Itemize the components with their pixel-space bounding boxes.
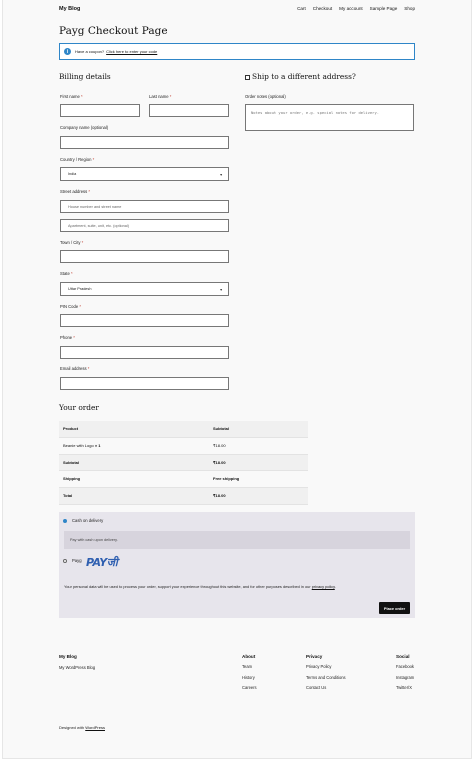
last-name-field[interactable] [149, 104, 229, 117]
payg-radio[interactable] [63, 559, 67, 563]
phone-field[interactable] [60, 346, 229, 359]
footer-blog-title[interactable]: My Blog [59, 654, 77, 659]
total-row: Total ₹18.00 [59, 487, 308, 505]
state-label: State * [60, 271, 73, 276]
country-label: Country / Region * [60, 157, 95, 162]
subtotal-label: Subtotal [59, 454, 209, 471]
street-placeholder: House number and street name [68, 204, 122, 209]
street-field[interactable]: House number and street name [60, 200, 229, 213]
pin-field[interactable] [60, 314, 229, 327]
order-header-row: Product Subtotal [59, 421, 308, 438]
footer-link-team[interactable]: Team [242, 664, 252, 669]
town-field[interactable] [60, 250, 229, 263]
item-cell: Beanie with Logo × 1 [59, 437, 209, 455]
state-value: Uttar Pradesh [68, 287, 92, 291]
item-name: Beanie with Logo [63, 443, 94, 448]
street-label: Street address * [60, 189, 91, 194]
country-value: India [68, 172, 77, 176]
email-field[interactable] [60, 377, 229, 390]
footer-link-contact[interactable]: Contact Us [306, 685, 326, 690]
wordpress-link[interactable]: WordPress [85, 725, 105, 730]
nav-sample-page[interactable]: Sample Page [370, 6, 398, 11]
coupon-text: Have a coupon? [75, 49, 105, 54]
order-notes-textarea[interactable]: Notes about your order, e.g. special not… [245, 104, 414, 131]
payg-label[interactable]: Payg [72, 558, 82, 563]
shipping-label: Shipping [59, 470, 209, 488]
order-table: Product Subtotal Beanie with Logo × 1 ₹1… [59, 421, 308, 505]
footer-link-history[interactable]: History [242, 675, 255, 680]
shipping-value: Free shipping [209, 470, 308, 488]
footer-link-terms[interactable]: Terms and Conditions [306, 675, 346, 680]
phone-label: Phone * [60, 335, 75, 340]
col-subtotal: Subtotal [209, 421, 308, 438]
order-notes-placeholder: Notes about your order, e.g. special not… [251, 110, 380, 115]
footer-blog-tagline: My WordPress Blog [59, 665, 96, 670]
chevron-down-icon: ▾ [220, 288, 222, 292]
state-select[interactable]: Uttar Pradesh ▾ [60, 282, 229, 296]
order-heading: Your order [59, 403, 99, 412]
info-icon: i [64, 48, 71, 55]
order-notes-label: Order notes (optional) [245, 94, 286, 99]
footer-link-facebook[interactable]: Facebook [396, 664, 414, 669]
subtotal-value: ₹18.00 [209, 454, 308, 471]
page-title: Payg Checkout Page [59, 25, 168, 37]
country-select[interactable]: India ▾ [60, 167, 229, 181]
table-row: Beanie with Logo × 1 ₹18.00 [59, 437, 308, 455]
town-label: Town / City * [60, 240, 84, 245]
email-label: Email address * [60, 366, 90, 371]
privacy-end: . [334, 584, 336, 589]
company-label: Company name (optional) [60, 125, 109, 130]
coupon-notice: i Have a coupon? Click here to enter you… [59, 43, 415, 60]
shipping-row: Shipping Free shipping [59, 470, 308, 488]
main-nav: Cart Checkout My account Sample Page Sho… [297, 6, 415, 11]
footer-privacy-title: Privacy [306, 654, 323, 659]
item-price: ₹18.00 [209, 437, 308, 455]
footer-social-title: Social [396, 654, 410, 659]
nav-checkout[interactable]: Checkout [313, 6, 332, 11]
nav-shop[interactable]: Shop [404, 6, 415, 11]
first-name-field[interactable] [60, 104, 140, 117]
total-value: ₹18.00 [209, 487, 308, 505]
place-order-button[interactable]: Place order [379, 602, 410, 614]
footer-link-instagram[interactable]: Instagram [396, 675, 414, 680]
chevron-down-icon: ▾ [220, 173, 222, 177]
ship-different-checkbox[interactable] [245, 75, 250, 80]
street2-field[interactable]: Apartment, suite, unit, etc. (optional) [60, 219, 229, 232]
first-name-label: First name * [60, 94, 83, 99]
subtotal-row: Subtotal ₹18.00 [59, 454, 308, 471]
cod-radio[interactable] [63, 519, 67, 523]
pin-label: PIN Code * [60, 304, 81, 309]
cod-description: Pay with cash upon delivery. [64, 531, 410, 549]
coupon-link[interactable]: Click here to enter your code [106, 49, 157, 54]
ship-heading: Ship to a different address? [252, 72, 356, 81]
site-title[interactable]: My Blog [59, 6, 80, 12]
street2-placeholder: Apartment, suite, unit, etc. (optional) [68, 223, 129, 228]
col-product: Product [59, 421, 209, 438]
privacy-notice: Your personal data will be used to proce… [64, 584, 410, 591]
designed-with-text: Designed with [59, 725, 85, 730]
billing-heading: Billing details [59, 72, 111, 81]
footer-about-title: About [242, 654, 256, 659]
footer-link-twitter[interactable]: Twitter/X [396, 685, 412, 690]
cod-label[interactable]: Cash on delivery [72, 518, 103, 523]
nav-my-account[interactable]: My account [339, 6, 363, 11]
footer-credit: Designed with WordPress [59, 725, 105, 730]
footer-link-privacy-policy[interactable]: Privacy Policy [306, 664, 331, 669]
footer-link-careers[interactable]: Careers [242, 685, 257, 690]
item-qty: × 1 [94, 443, 101, 448]
payg-logo-text: PAYजी [86, 556, 118, 569]
last-name-label: Last name * [149, 94, 172, 99]
privacy-policy-link[interactable]: privacy policy [312, 584, 335, 589]
company-field[interactable] [60, 136, 229, 149]
nav-cart[interactable]: Cart [297, 6, 306, 11]
payg-logo: PAYजी [86, 553, 132, 569]
privacy-text: Your personal data will be used to proce… [64, 584, 311, 589]
total-label: Total [59, 487, 209, 505]
